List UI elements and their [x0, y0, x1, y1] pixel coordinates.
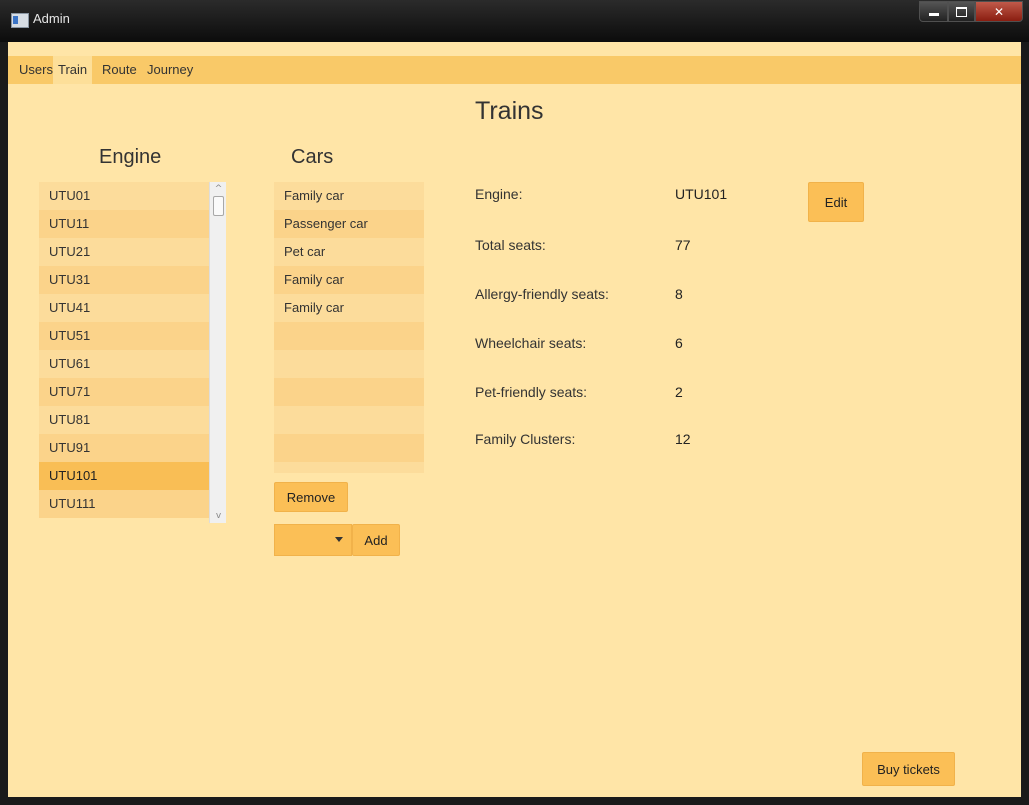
engine-list-item[interactable]: UTU01 — [39, 182, 209, 210]
cars-list-item[interactable]: Pet car — [274, 238, 424, 266]
engine-list-item[interactable]: UTU101 — [39, 462, 209, 490]
maximize-icon — [956, 6, 967, 17]
scroll-thumb[interactable] — [213, 196, 224, 216]
app-icon — [11, 13, 29, 28]
window-controls: ✕ — [919, 1, 1023, 22]
cars-list-item[interactable] — [274, 378, 424, 406]
scroll-down-icon[interactable]: v — [210, 509, 226, 523]
cars-list-item[interactable] — [274, 322, 424, 350]
tab-journey[interactable]: Journey — [142, 56, 198, 84]
cars-list-item[interactable]: Family car — [274, 266, 424, 294]
engine-list[interactable]: UTU01 UTU11 UTU21 UTU31 UTU41 UTU51 UTU61 UTU71… — [39, 182, 226, 523]
window-title: Admin — [33, 11, 70, 26]
minimize-icon — [928, 13, 939, 16]
engine-label: Engine: — [475, 186, 523, 202]
close-icon: ✕ — [993, 4, 1005, 19]
engine-list-item[interactable]: UTU41 — [39, 294, 209, 322]
cars-list-item[interactable]: Family car — [274, 294, 424, 322]
tab-train[interactable]: Train — [53, 56, 93, 84]
cars-list-item[interactable] — [274, 462, 424, 473]
tab-route[interactable]: Route — [97, 56, 142, 84]
minimize-button[interactable] — [919, 1, 948, 22]
engine-list-item[interactable]: UTU11 — [39, 210, 209, 238]
engine-list-item[interactable]: UTU111 — [39, 490, 209, 518]
add-button[interactable]: Add — [352, 524, 400, 556]
engine-list-item[interactable]: UTU61 — [39, 350, 209, 378]
close-button[interactable]: ✕ — [975, 1, 1023, 22]
cars-list-item[interactable]: Family car — [274, 182, 424, 210]
car-type-select[interactable] — [274, 524, 352, 556]
cars-heading: Cars — [291, 146, 334, 168]
title-bar[interactable]: Admin ✕ — [0, 0, 1029, 42]
edit-button[interactable]: Edit — [808, 182, 864, 222]
wheelchair-seats-value: 6 — [675, 335, 683, 351]
pet-seats-label: Pet-friendly seats: — [475, 384, 588, 400]
cars-list-item[interactable] — [274, 434, 424, 462]
pet-seats-value: 2 — [675, 384, 683, 400]
allergy-seats-value: 8 — [675, 286, 683, 302]
maximize-button[interactable] — [948, 1, 975, 22]
family-clusters-value: 12 — [675, 431, 691, 447]
app-window: Admin ✕ Users Train Route Journey Trains… — [0, 0, 1029, 805]
cars-list-item[interactable] — [274, 350, 424, 378]
buy-tickets-button[interactable]: Buy tickets — [862, 752, 955, 786]
engine-list-item[interactable]: UTU91 — [39, 434, 209, 462]
engine-list-item[interactable]: UTU51 — [39, 322, 209, 350]
remove-button[interactable]: Remove — [274, 482, 348, 512]
engine-heading: Engine — [99, 146, 162, 168]
scroll-up-icon[interactable]: ^ — [210, 182, 226, 196]
engine-list-item[interactable]: UTU81 — [39, 406, 209, 434]
allergy-seats-label: Allergy-friendly seats: — [475, 286, 609, 302]
engine-value: UTU101 — [675, 186, 728, 202]
engine-list-scrollbar[interactable]: ^ v — [209, 182, 226, 523]
engine-list-item[interactable]: UTU21 — [39, 238, 209, 266]
tab-users[interactable]: Users — [14, 56, 58, 84]
wheelchair-seats-label: Wheelchair seats: — [475, 335, 587, 351]
engine-list-item[interactable]: UTU31 — [39, 266, 209, 294]
family-clusters-label: Family Clusters: — [475, 431, 576, 447]
total-seats-value: 77 — [675, 237, 691, 253]
client-area: Users Train Route Journey Trains Engine … — [8, 42, 1021, 797]
cars-list[interactable]: Family car Passenger car Pet car Family car… — [274, 182, 424, 473]
tab-bar: Users Train Route Journey — [8, 56, 1021, 84]
cars-list-item[interactable]: Passenger car — [274, 210, 424, 238]
chevron-down-icon — [335, 537, 343, 542]
page-title: Trains — [475, 97, 544, 125]
total-seats-label: Total seats: — [475, 237, 546, 253]
cars-list-item[interactable] — [274, 406, 424, 434]
engine-list-item[interactable]: UTU71 — [39, 378, 209, 406]
